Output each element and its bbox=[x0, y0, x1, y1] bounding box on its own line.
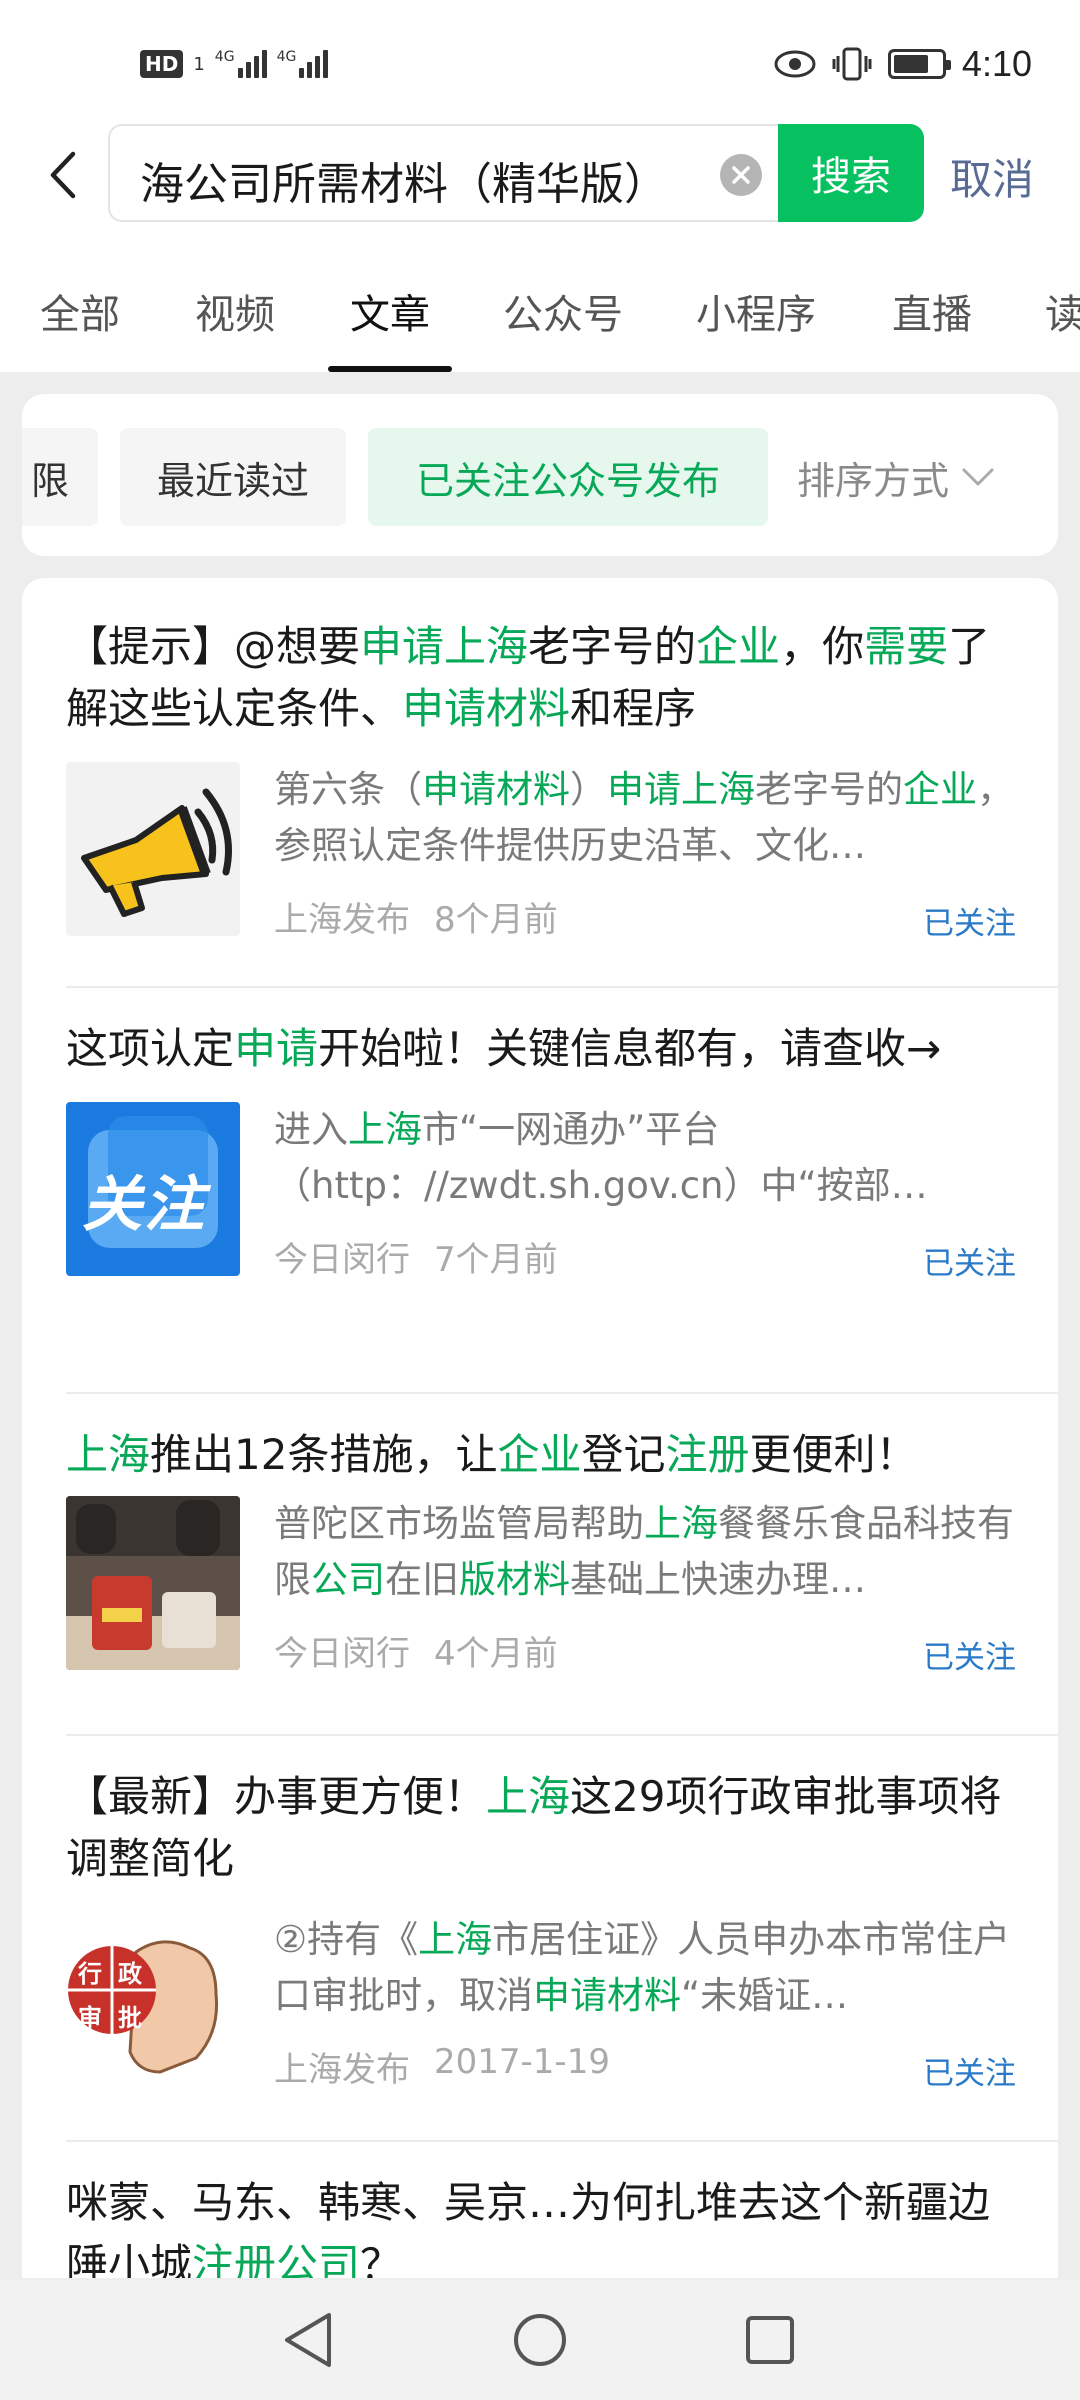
result-snippet: 第六条（申请材料）申请上海老字号的企业，参照认定条件提供历史沿革、文化… bbox=[274, 768, 1014, 867]
clear-search-button[interactable] bbox=[720, 154, 762, 196]
thumb-char: 政 bbox=[118, 1960, 142, 1988]
thumb-char: 审 bbox=[78, 2004, 102, 2032]
close-icon bbox=[732, 166, 750, 184]
sort-label: 排序方式 bbox=[797, 458, 950, 503]
tab-all[interactable]: 全部 bbox=[40, 282, 120, 340]
square-recents-icon bbox=[746, 2316, 794, 2364]
triangle-back-icon bbox=[285, 2313, 331, 2367]
chevron-down-icon bbox=[962, 468, 994, 486]
battery-icon bbox=[887, 49, 951, 79]
megaphone-icon bbox=[66, 762, 240, 936]
result-title[interactable]: 【最新】办事更方便！上海这29项行政审批事项将调整简化 bbox=[66, 1766, 1016, 1890]
status-bar: HD 1 4G 4G 4:10 bbox=[0, 0, 1080, 120]
signal-icon-1: 4G bbox=[215, 50, 267, 78]
divider bbox=[66, 1392, 1058, 1394]
search-button[interactable]: 搜索 bbox=[778, 124, 924, 222]
result-meta: 上海发布 8个月前 bbox=[274, 892, 558, 941]
filter-bar: 限 最近读过 已关注公众号发布 排序方式 bbox=[22, 394, 1058, 556]
nav-recents-button[interactable] bbox=[738, 2308, 802, 2372]
active-tab-indicator bbox=[328, 366, 452, 372]
result-title[interactable]: 这项认定申请开始啦！关键信息都有，请查收→ bbox=[66, 1018, 1016, 1080]
followed-badge: 已关注 bbox=[923, 2056, 1016, 2092]
results-list: 【提示】@想要申请上海老字号的企业，你需要了解这些认定条件、申请材料和程序 第六… bbox=[22, 578, 1058, 2278]
result-title[interactable]: 咪蒙、马东、韩寒、吴京…为何扎堆去这个新疆边陲小城注册公司？ bbox=[66, 2172, 1016, 2278]
thumb-char: 批 bbox=[118, 2004, 142, 2032]
hd-badge: HD bbox=[140, 50, 184, 78]
divider bbox=[66, 986, 1058, 988]
status-right: 4:10 bbox=[774, 40, 1032, 88]
result-meta: 今日闵行 7个月前 bbox=[274, 1232, 558, 1281]
tab-mini-program[interactable]: 小程序 bbox=[696, 282, 816, 340]
result-time: 2017-1-19 bbox=[434, 2042, 610, 2082]
followed-badge: 已关注 bbox=[923, 906, 1016, 942]
sim-number: 1 bbox=[193, 53, 205, 75]
tab-video[interactable]: 视频 bbox=[195, 282, 275, 340]
thumbnail-text: 关注 bbox=[82, 1170, 206, 1240]
vibrate-icon bbox=[832, 47, 872, 81]
result-time: 4个月前 bbox=[434, 1634, 558, 1674]
search-header: 海公司所需材料（精华版） 搜索 取消 bbox=[0, 120, 1080, 230]
tab-live[interactable]: 直播 bbox=[892, 282, 972, 340]
result-source[interactable]: 上海发布 bbox=[274, 892, 410, 941]
result-meta: 今日闵行 4个月前 bbox=[274, 1626, 558, 1675]
cancel-button[interactable]: 取消 bbox=[950, 146, 1034, 207]
result-title[interactable]: 上海推出12条措施，让企业登记注册更便利！ bbox=[66, 1424, 1016, 1486]
divider bbox=[66, 2140, 1058, 2142]
tab-read[interactable]: 读 bbox=[1045, 282, 1080, 340]
circle-home-icon bbox=[514, 2314, 566, 2366]
status-time: 4:10 bbox=[961, 43, 1032, 84]
result-title[interactable]: 【提示】@想要申请上海老字号的企业，你需要了解这些认定条件、申请材料和程序 bbox=[66, 616, 1016, 740]
result-source[interactable]: 上海发布 bbox=[274, 2042, 410, 2091]
battery-level bbox=[893, 55, 929, 73]
result-source[interactable]: 今日闵行 bbox=[274, 1626, 410, 1675]
category-tabs: 全部 视频 文章 公众号 小程序 直播 读 bbox=[0, 230, 1080, 372]
thumb-char: 行 bbox=[78, 1960, 102, 1988]
result-meta: 上海发布 2017-1-19 bbox=[274, 2042, 610, 2091]
network-type-1: 4G bbox=[214, 49, 235, 65]
network-type-2: 4G bbox=[276, 49, 297, 65]
nav-back-button[interactable] bbox=[276, 2308, 340, 2372]
result-item[interactable]: 咪蒙、马东、韩寒、吴京…为何扎堆去这个新疆边陲小城注册公司？ bbox=[66, 2172, 1016, 2278]
tab-article[interactable]: 文章 bbox=[350, 282, 430, 340]
search-input[interactable]: 海公司所需材料（精华版） bbox=[108, 124, 780, 222]
eye-icon bbox=[774, 50, 816, 78]
follow-thumbnail: 关注 bbox=[66, 1102, 240, 1276]
filter-chip-followed[interactable]: 已关注公众号发布 bbox=[368, 428, 768, 526]
result-item[interactable]: 这项认定申请开始啦！关键信息都有，请查收→ 关注 进入上海市“一网通办”平台（h… bbox=[66, 1018, 1016, 1282]
result-snippet: 普陀区市场监管局帮助上海餐餐乐食品科技有限公司在旧版材料基础上快速办理… bbox=[274, 1502, 1014, 1601]
approval-fist-thumbnail: 行 政 审 批 bbox=[66, 1912, 240, 2086]
tab-official-account[interactable]: 公众号 bbox=[503, 282, 623, 340]
followed-badge: 已关注 bbox=[923, 1246, 1016, 1282]
chevron-left-icon bbox=[50, 151, 76, 199]
status-left: HD 1 4G 4G bbox=[140, 44, 329, 84]
result-source[interactable]: 今日闵行 bbox=[274, 1232, 410, 1281]
result-time: 8个月前 bbox=[434, 900, 558, 940]
filter-chip-recent[interactable]: 最近读过 bbox=[120, 428, 346, 526]
back-button[interactable] bbox=[28, 140, 98, 210]
result-snippet: 进入上海市“一网通办”平台（http：//zwdt.sh.gov.cn）中“按部… bbox=[274, 1108, 928, 1207]
sort-button[interactable]: 排序方式 bbox=[797, 428, 995, 526]
filter-chip-partial[interactable]: 限 bbox=[22, 428, 98, 526]
signal-icon-2: 4G bbox=[277, 50, 329, 78]
result-time: 7个月前 bbox=[434, 1240, 558, 1280]
nav-home-button[interactable] bbox=[508, 2308, 572, 2372]
result-item[interactable]: 上海推出12条措施，让企业登记注册更便利！ 普陀区市场监管局帮助上海餐餐乐食品科… bbox=[66, 1424, 1016, 1676]
food-photo bbox=[66, 1496, 240, 1670]
system-nav-bar bbox=[0, 2280, 1080, 2400]
result-item[interactable]: 【提示】@想要申请上海老字号的企业，你需要了解这些认定条件、申请材料和程序 第六… bbox=[66, 616, 1016, 942]
result-snippet: ②持有《上海市居住证》人员申办本市常住户口审批时，取消申请材料“未婚证… bbox=[274, 1918, 1011, 2017]
result-item[interactable]: 【最新】办事更方便！上海这29项行政审批事项将调整简化 行 政 审 批 ②持有《… bbox=[66, 1766, 1016, 2092]
followed-badge: 已关注 bbox=[923, 1640, 1016, 1676]
search-query: 海公司所需材料（精华版） bbox=[140, 159, 668, 210]
divider bbox=[66, 1734, 1058, 1736]
